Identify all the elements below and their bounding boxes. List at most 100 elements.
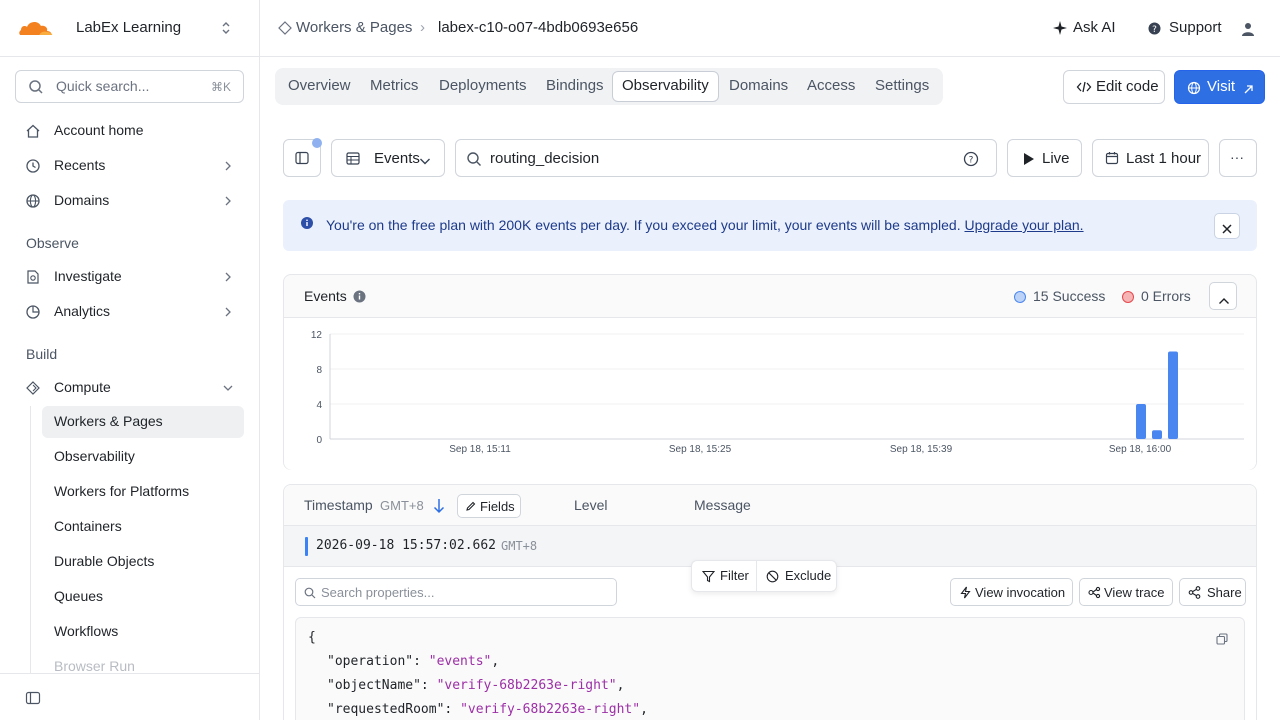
sidebar-item-workers-pages[interactable]: Workers & Pages [42, 406, 244, 438]
sidebar-item-queues[interactable]: Queues [42, 581, 244, 613]
svg-text:?: ? [969, 156, 974, 166]
sort-desc-icon[interactable] [433, 498, 445, 517]
legend-success[interactable]: 15 Success [1014, 288, 1105, 304]
view-invocation-button[interactable]: View invocation [950, 578, 1073, 606]
chevron-down-icon [222, 381, 234, 395]
filter-icon [701, 570, 716, 586]
panel-icon [295, 151, 309, 168]
events-card: Events 15 Success 0 Errors 0 4 8 12 Sep 18, … [283, 274, 1257, 470]
error-dot [1122, 291, 1134, 303]
chevron-up-icon [1218, 292, 1230, 308]
json-value: "verify-68b2263e-right" [436, 678, 617, 693]
x-tick-label: Sep 18, 15:25 [669, 444, 732, 455]
upgrade-plan-link[interactable]: Upgrade your plan. [964, 217, 1083, 233]
more-options-button[interactable]: ··· [1219, 139, 1257, 177]
sidebar-item-observability[interactable]: Observability [42, 441, 244, 473]
view-trace-label: View trace [1104, 585, 1165, 600]
row-timezone: GMT+8 [501, 539, 538, 553]
event-json-viewer: { "operation": "events", "objectName": "… [295, 617, 1245, 720]
sidebar-item-recents[interactable]: Recents [15, 150, 244, 182]
level-indicator [305, 537, 308, 556]
tab-observability[interactable]: Observability [612, 71, 719, 102]
tab-overview[interactable]: Overview [278, 71, 361, 102]
x-tick-label: Sep 18, 16:00 [1109, 444, 1172, 455]
chevron-right-icon [224, 194, 232, 208]
support-button[interactable]: Support [1148, 19, 1222, 36]
tab-deployments[interactable]: Deployments [429, 71, 537, 102]
sidebar-toggle-icon[interactable] [25, 690, 41, 709]
sidebar-item-compute[interactable]: Compute [15, 372, 244, 404]
chart-bar [1152, 430, 1162, 439]
breadcrumb-current: labex-c10-o07-4bdb0693e656 [438, 19, 639, 36]
filter-button[interactable]: Filter [720, 568, 749, 583]
tab-access[interactable]: Access [797, 71, 865, 102]
tab-metrics[interactable]: Metrics [360, 71, 428, 102]
sidebar-item-label: Compute [54, 379, 111, 395]
quick-search-input[interactable]: Quick search... ⌘K [15, 70, 244, 103]
success-label: 15 Success [1033, 288, 1106, 304]
search-icon [28, 79, 44, 98]
sidebar-item-workflows[interactable]: Workflows [42, 616, 244, 648]
view-select[interactable]: Events [331, 139, 445, 177]
query-value: routing_decision [490, 150, 600, 167]
sidebar-item-analytics[interactable]: Analytics [15, 296, 244, 328]
share-button[interactable]: Share [1179, 578, 1246, 606]
legend-errors[interactable]: 0 Errors [1122, 288, 1191, 304]
close-banner-button[interactable] [1214, 213, 1240, 239]
info-icon[interactable] [353, 290, 366, 306]
banner-text: You're on the free plan with 200K events… [326, 217, 961, 233]
edit-code-button[interactable]: Edit code [1063, 70, 1165, 104]
breadcrumb-separator: › [420, 19, 425, 36]
sidebar-item-containers[interactable]: Containers [42, 511, 244, 543]
sidebar-item-domains[interactable]: Domains [15, 185, 244, 217]
sidebar-item-durable-objects[interactable]: Durable Objects [42, 546, 244, 578]
account-switcher[interactable]: LabEx Learning [0, 0, 259, 57]
share-label: Share [1207, 585, 1242, 600]
user-icon[interactable] [1240, 21, 1256, 40]
visit-button[interactable]: Visit [1174, 70, 1265, 104]
collapse-chart-button[interactable] [1209, 282, 1237, 310]
section-header-observe: Observe [26, 235, 79, 251]
chevron-down-icon [419, 153, 431, 169]
sidebar-item-workers-for-platforms[interactable]: Workers for Platforms [42, 476, 244, 508]
sidebar-item-label: Workflows [54, 623, 119, 639]
bolt-icon [960, 586, 971, 602]
json-line: "operation": "events", [327, 654, 500, 669]
search-icon [466, 151, 482, 170]
property-search-input[interactable]: Search properties... [295, 578, 617, 606]
popover-divider [756, 561, 757, 591]
section-header-build: Build [26, 346, 58, 362]
exclude-button[interactable]: Exclude [785, 568, 831, 583]
investigate-icon [25, 269, 41, 285]
tab-domains[interactable]: Domains [719, 71, 798, 102]
live-button[interactable]: Live [1007, 139, 1082, 177]
events-table: Timestamp GMT+8 Fields Level Message 202… [283, 484, 1257, 720]
json-open-brace: { [308, 630, 316, 645]
table-icon [346, 152, 360, 168]
column-timestamp[interactable]: Timestamp [304, 497, 373, 513]
ask-ai-button[interactable]: Ask AI [1052, 19, 1116, 36]
chevron-up-down-icon[interactable] [218, 20, 234, 38]
time-range-button[interactable]: Last 1 hour [1092, 139, 1209, 177]
sidebar: LabEx Learning Quick search... ⌘K Accoun… [0, 0, 260, 720]
view-trace-button[interactable]: View trace [1079, 578, 1173, 606]
chevron-right-icon [224, 305, 232, 319]
fields-button[interactable]: Fields [457, 494, 521, 518]
sidebar-item-investigate[interactable]: Investigate [15, 261, 244, 293]
chart-bar [1136, 404, 1146, 439]
breadcrumb-parent[interactable]: Workers & Pages [296, 19, 412, 36]
help-circle-icon[interactable]: ? [963, 151, 979, 170]
query-input[interactable]: routing_decision ? [455, 139, 997, 177]
sidebar-item-label: Browser Run [54, 658, 135, 674]
events-card-title: Events [304, 288, 347, 304]
play-icon [1023, 152, 1035, 169]
copy-icon[interactable] [1216, 632, 1228, 648]
tab-bindings[interactable]: Bindings [536, 71, 614, 102]
column-level[interactable]: Level [574, 497, 607, 513]
column-message[interactable]: Message [694, 497, 751, 513]
plan-banner: You're on the free plan with 200K events… [283, 200, 1257, 251]
sidebar-item-account-home[interactable]: Account home [15, 115, 244, 147]
pencil-icon [465, 500, 476, 515]
tab-settings[interactable]: Settings [865, 71, 939, 102]
sidebar-item-label: Workers & Pages [54, 413, 163, 429]
